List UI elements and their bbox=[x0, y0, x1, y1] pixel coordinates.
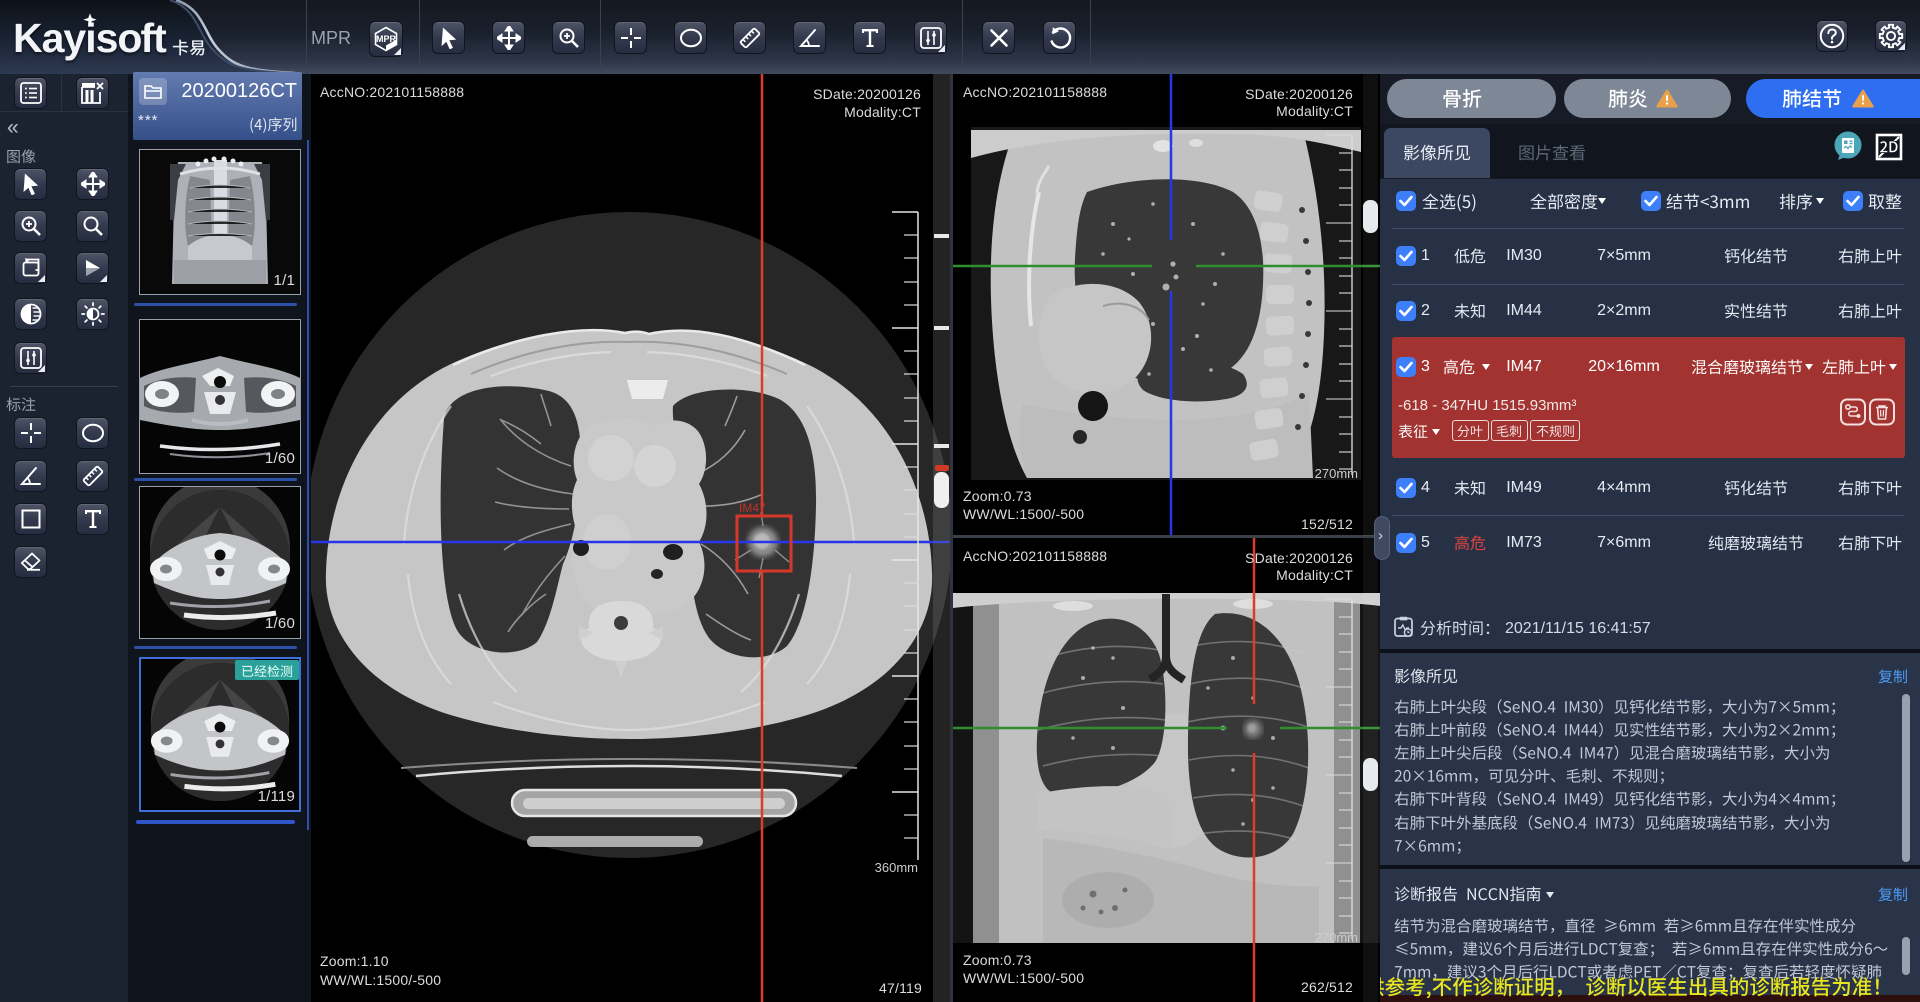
svg-text:270mm: 270mm bbox=[1315, 466, 1358, 481]
svg-text:360mm: 360mm bbox=[875, 860, 918, 875]
svg-text:IM47: IM47 bbox=[739, 501, 766, 515]
svg-text:MPR: MPR bbox=[376, 34, 397, 44]
svg-text:270mm: 270mm bbox=[1315, 930, 1358, 945]
